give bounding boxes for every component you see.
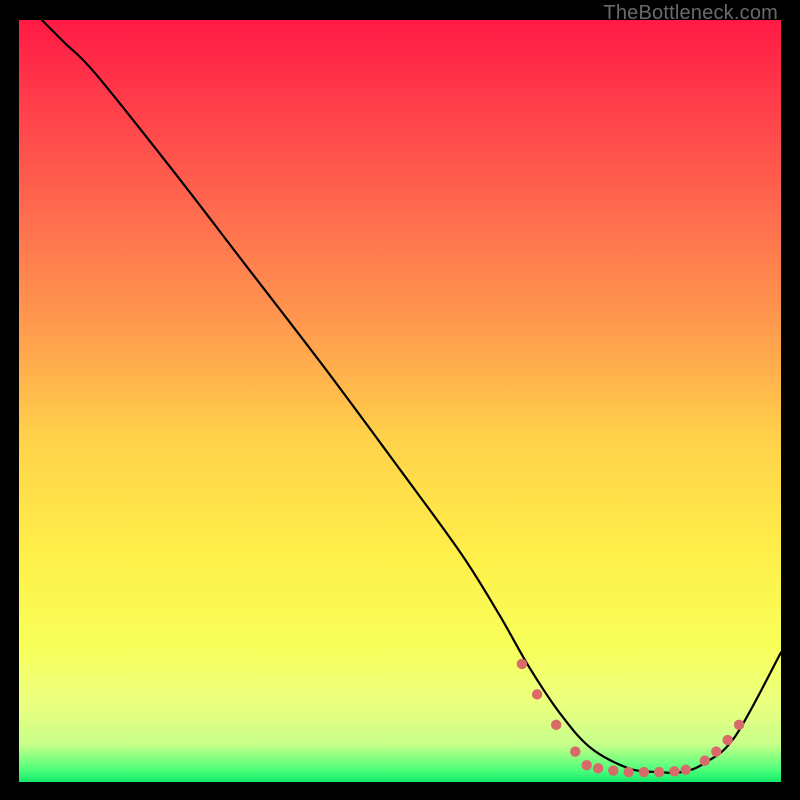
highlight-marker [581, 760, 591, 770]
highlight-marker [517, 659, 527, 669]
watermark-text: TheBottleneck.com [603, 2, 778, 25]
highlight-marker [654, 767, 664, 777]
highlight-marker [700, 755, 710, 765]
highlight-marker [639, 767, 649, 777]
bottleneck-chart [19, 20, 781, 782]
highlight-marker [722, 735, 732, 745]
highlight-marker [608, 765, 618, 775]
highlight-marker [669, 766, 679, 776]
highlight-marker [551, 720, 561, 730]
chart-frame [19, 20, 781, 782]
highlight-marker [570, 746, 580, 756]
highlight-marker [681, 765, 691, 775]
highlight-marker [593, 763, 603, 773]
highlight-marker [623, 767, 633, 777]
highlight-marker [734, 720, 744, 730]
gradient-background [19, 20, 781, 782]
highlight-marker [532, 689, 542, 699]
highlight-marker [711, 746, 721, 756]
